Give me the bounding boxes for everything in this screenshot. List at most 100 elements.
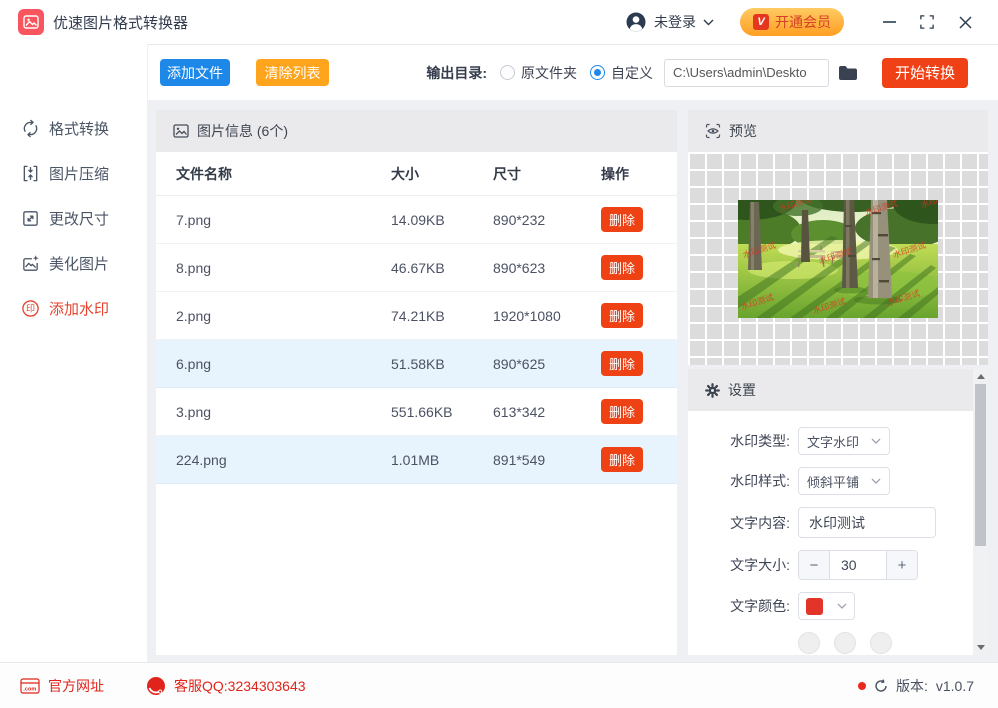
image-info-icon bbox=[173, 124, 189, 138]
sidebar-item-compress[interactable]: 图片压缩 bbox=[0, 151, 147, 196]
scroll-up-arrow[interactable] bbox=[977, 374, 985, 379]
app-title: 优速图片格式转换器 bbox=[53, 12, 188, 33]
svg-text:印: 印 bbox=[26, 303, 35, 314]
table-row[interactable]: 6.png 51.58KB 890*625 删除 bbox=[156, 340, 677, 388]
table-empty-area bbox=[156, 484, 677, 655]
file-name-cell: 6.png bbox=[156, 356, 391, 372]
vip-label: 开通会员 bbox=[775, 12, 831, 32]
sidebar-item-label: 更改尺寸 bbox=[49, 208, 109, 229]
vip-badge-icon: V bbox=[753, 14, 769, 30]
refresh-icon[interactable] bbox=[874, 679, 888, 693]
col-dimensions: 尺寸 bbox=[493, 164, 601, 184]
table-row[interactable]: 2.png 74.21KB 1920*1080 删除 bbox=[156, 292, 677, 340]
open-vip-button[interactable]: V 开通会员 bbox=[740, 8, 844, 36]
file-name-cell: 8.png bbox=[156, 260, 391, 276]
maximize-button[interactable] bbox=[912, 7, 942, 37]
login-menu[interactable]: 未登录 bbox=[625, 11, 714, 33]
file-size-cell: 51.58KB bbox=[391, 356, 493, 372]
dotcom-browser-icon: .com bbox=[20, 678, 40, 694]
text-size-label: 文字大小: bbox=[718, 555, 790, 575]
watermark-type-value: 文字水印 bbox=[807, 432, 859, 451]
titlebar: 优速图片格式转换器 未登录 V 开通会员 bbox=[0, 0, 998, 44]
scrollbar-thumb[interactable] bbox=[975, 384, 986, 546]
file-size-cell: 46.67KB bbox=[391, 260, 493, 276]
customer-service-icon bbox=[146, 676, 166, 696]
sidebar-item-beautify[interactable]: 美化图片 bbox=[0, 241, 147, 286]
text-color-swatch bbox=[806, 598, 823, 615]
gear-icon bbox=[705, 383, 720, 398]
table-row[interactable]: 8.png 46.67KB 890*623 删除 bbox=[156, 244, 677, 292]
browse-folder-button[interactable] bbox=[838, 65, 858, 81]
login-label: 未登录 bbox=[654, 12, 696, 32]
file-info-header: 图片信息 (6个) bbox=[156, 110, 677, 152]
file-dims-cell: 891*549 bbox=[493, 452, 601, 468]
preview-image: 水印测试 水印测试 水印测试 水印测试 水印测试 水印测试 水印测试 水印测试 … bbox=[738, 200, 938, 318]
table-row[interactable]: 3.png 551.66KB 613*342 删除 bbox=[156, 388, 677, 436]
chevron-down-icon bbox=[837, 603, 847, 609]
file-dims-cell: 890*623 bbox=[493, 260, 601, 276]
settings-header: 设置 bbox=[688, 369, 988, 411]
text-color-select[interactable] bbox=[798, 592, 855, 620]
delete-button[interactable]: 删除 bbox=[601, 303, 643, 328]
delete-button[interactable]: 删除 bbox=[601, 447, 643, 472]
transparency-checker-background: 水印测试 水印测试 水印测试 水印测试 水印测试 水印测试 水印测试 水印测试 … bbox=[688, 152, 988, 365]
close-button[interactable] bbox=[950, 7, 980, 37]
start-convert-button[interactable]: 开始转换 bbox=[882, 58, 968, 88]
settings-scrollbar bbox=[973, 369, 988, 655]
decrease-size-button[interactable]: − bbox=[799, 551, 829, 579]
version-label: 版本: bbox=[896, 676, 928, 696]
settings-panel: 设置 水印类型: 文字水印 水印样式: bbox=[688, 369, 988, 655]
official-website-link[interactable]: .com 官方网址 bbox=[20, 676, 104, 696]
scroll-down-arrow[interactable] bbox=[977, 645, 985, 650]
beautify-icon bbox=[21, 254, 40, 273]
watermark-type-label: 水印类型: bbox=[718, 431, 790, 451]
radio-original-label: 原文件夹 bbox=[521, 63, 577, 83]
table-row[interactable]: 7.png 14.09KB 890*232 删除 bbox=[156, 196, 677, 244]
delete-button[interactable]: 删除 bbox=[601, 207, 643, 232]
preview-title: 预览 bbox=[729, 121, 757, 141]
text-size-field: 文字大小: − 30 + bbox=[718, 550, 962, 580]
delete-button[interactable]: 删除 bbox=[601, 399, 643, 424]
output-path-input[interactable] bbox=[664, 59, 829, 87]
status-dot bbox=[858, 682, 866, 690]
color-dot[interactable] bbox=[834, 632, 856, 654]
file-size-cell: 1.01MB bbox=[391, 452, 493, 468]
delete-button[interactable]: 删除 bbox=[601, 255, 643, 280]
add-files-button[interactable]: 添加文件 bbox=[160, 59, 230, 86]
customer-service-label: 客服QQ:3234303643 bbox=[174, 676, 306, 696]
watermark-type-select[interactable]: 文字水印 bbox=[798, 427, 890, 455]
toolbar: 添加文件 清除列表 输出目录: 原文件夹 自定义 bbox=[148, 45, 998, 100]
color-dot[interactable] bbox=[870, 632, 892, 654]
watermark-style-field: 水印样式: 倾斜平铺 bbox=[718, 467, 962, 495]
chevron-down-icon bbox=[871, 438, 881, 444]
minimize-button[interactable] bbox=[874, 7, 904, 37]
file-dims-cell: 890*625 bbox=[493, 356, 601, 372]
titlebar-right: 未登录 V 开通会员 bbox=[625, 7, 998, 37]
sidebar-item-label: 添加水印 bbox=[49, 298, 109, 319]
radio-original-folder[interactable]: 原文件夹 bbox=[500, 63, 577, 83]
watermark-style-select[interactable]: 倾斜平铺 bbox=[798, 467, 890, 495]
sidebar-item-label: 图片压缩 bbox=[49, 163, 109, 184]
customer-service-qq-link[interactable]: 客服QQ:3234303643 bbox=[146, 676, 306, 696]
increase-size-button[interactable]: + bbox=[887, 551, 917, 579]
text-content-label: 文字内容: bbox=[718, 513, 790, 533]
table-row[interactable]: 224.png 1.01MB 891*549 删除 bbox=[156, 436, 677, 484]
app-logo-icon bbox=[18, 9, 44, 35]
sidebar-item-watermark[interactable]: 印 添加水印 bbox=[0, 286, 147, 331]
text-content-field: 文字内容: bbox=[718, 507, 962, 538]
svg-text:.com: .com bbox=[23, 686, 36, 692]
text-size-value: 30 bbox=[829, 551, 887, 579]
color-dot[interactable] bbox=[798, 632, 820, 654]
sidebar-item-format-convert[interactable]: 格式转换 bbox=[0, 106, 147, 151]
watermark-style-value: 倾斜平铺 bbox=[807, 472, 859, 491]
sidebar-item-resize[interactable]: 更改尺寸 bbox=[0, 196, 147, 241]
delete-button[interactable]: 删除 bbox=[601, 351, 643, 376]
clear-list-button[interactable]: 清除列表 bbox=[256, 59, 329, 86]
watermark-text-input[interactable] bbox=[798, 507, 936, 538]
file-size-cell: 551.66KB bbox=[391, 404, 493, 420]
file-dims-cell: 613*342 bbox=[493, 404, 601, 420]
radio-custom-folder[interactable]: 自定义 bbox=[590, 63, 653, 83]
watermark-stamp-icon: 印 bbox=[21, 299, 40, 318]
preview-header: 预览 bbox=[688, 110, 988, 152]
text-color-field: 文字颜色: bbox=[718, 592, 962, 620]
